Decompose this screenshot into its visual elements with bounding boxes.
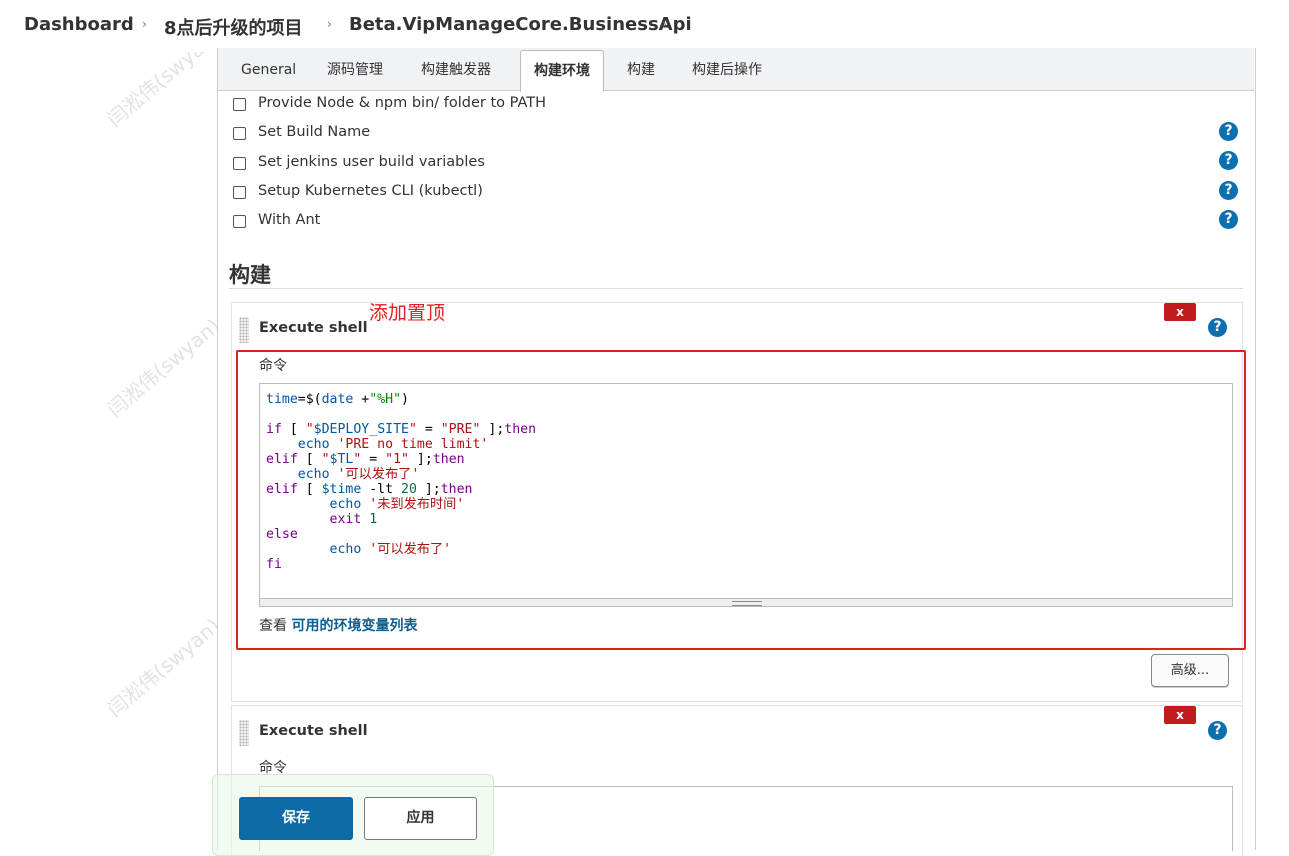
- checkbox[interactable]: [233, 215, 246, 228]
- section-divider: [229, 288, 1243, 289]
- checkbox[interactable]: [233, 127, 246, 140]
- help-icon[interactable]: ?: [1208, 318, 1227, 337]
- option-label: Set jenkins user build variables: [258, 154, 485, 170]
- breadcrumb-separator-icon[interactable]: ›: [327, 17, 332, 31]
- help-icon[interactable]: ?: [1219, 122, 1238, 141]
- help-icon[interactable]: ?: [1219, 151, 1238, 170]
- help-icon[interactable]: ?: [1219, 210, 1238, 229]
- breadcrumb-folder[interactable]: 8点后升级的项目: [164, 14, 303, 40]
- advanced-button[interactable]: 高级...: [1151, 654, 1229, 687]
- drag-handle-icon[interactable]: [239, 720, 249, 746]
- build-step-title: Execute shell: [259, 723, 368, 739]
- highlight-box: [236, 350, 1246, 650]
- tab-post-build[interactable]: 构建后操作: [692, 48, 762, 90]
- help-icon[interactable]: ?: [1208, 721, 1227, 740]
- annotation-text: 添加置顶: [369, 302, 446, 324]
- build-step-title: Execute shell: [259, 320, 368, 336]
- option-label: Setup Kubernetes CLI (kubectl): [258, 183, 483, 199]
- breadcrumb: Dashboard › 8点后升级的项目 › Beta.VipManageCor…: [0, 0, 1289, 52]
- breadcrumb-separator-icon[interactable]: ›: [662, 17, 667, 31]
- checkbox[interactable]: [233, 186, 246, 199]
- help-icon[interactable]: ?: [1219, 181, 1238, 200]
- save-button[interactable]: 保存: [239, 797, 353, 840]
- delete-step-button[interactable]: x: [1164, 706, 1196, 724]
- breadcrumb-dashboard[interactable]: Dashboard: [24, 14, 134, 35]
- delete-step-button[interactable]: x: [1164, 303, 1196, 321]
- config-tab-bar: General 源码管理 构建触发器 构建环境 构建 构建后操作: [218, 48, 1254, 92]
- checkbox[interactable]: [233, 98, 246, 111]
- breadcrumb-separator-icon[interactable]: ›: [142, 17, 147, 31]
- option-label: With Ant: [258, 212, 321, 228]
- tab-scm[interactable]: 源码管理: [327, 48, 383, 90]
- watermark-text: 闫淞伟(swyan): [102, 313, 225, 422]
- tab-general[interactable]: General: [241, 48, 296, 90]
- breadcrumb-job[interactable]: Beta.VipManageCore.BusinessApi: [349, 14, 692, 35]
- tab-build-environment[interactable]: 构建环境: [520, 50, 604, 92]
- tab-build[interactable]: 构建: [627, 48, 655, 90]
- checkbox[interactable]: [233, 157, 246, 170]
- tab-build-triggers[interactable]: 构建触发器: [421, 48, 491, 90]
- apply-button[interactable]: 应用: [364, 797, 477, 840]
- option-label: Provide Node & npm bin/ folder to PATH: [258, 95, 546, 111]
- option-label: Set Build Name: [258, 124, 371, 140]
- build-section-title: 构建: [229, 263, 271, 287]
- watermark-text: 闫淞伟(swyan): [102, 613, 225, 722]
- drag-handle-icon[interactable]: [239, 317, 249, 343]
